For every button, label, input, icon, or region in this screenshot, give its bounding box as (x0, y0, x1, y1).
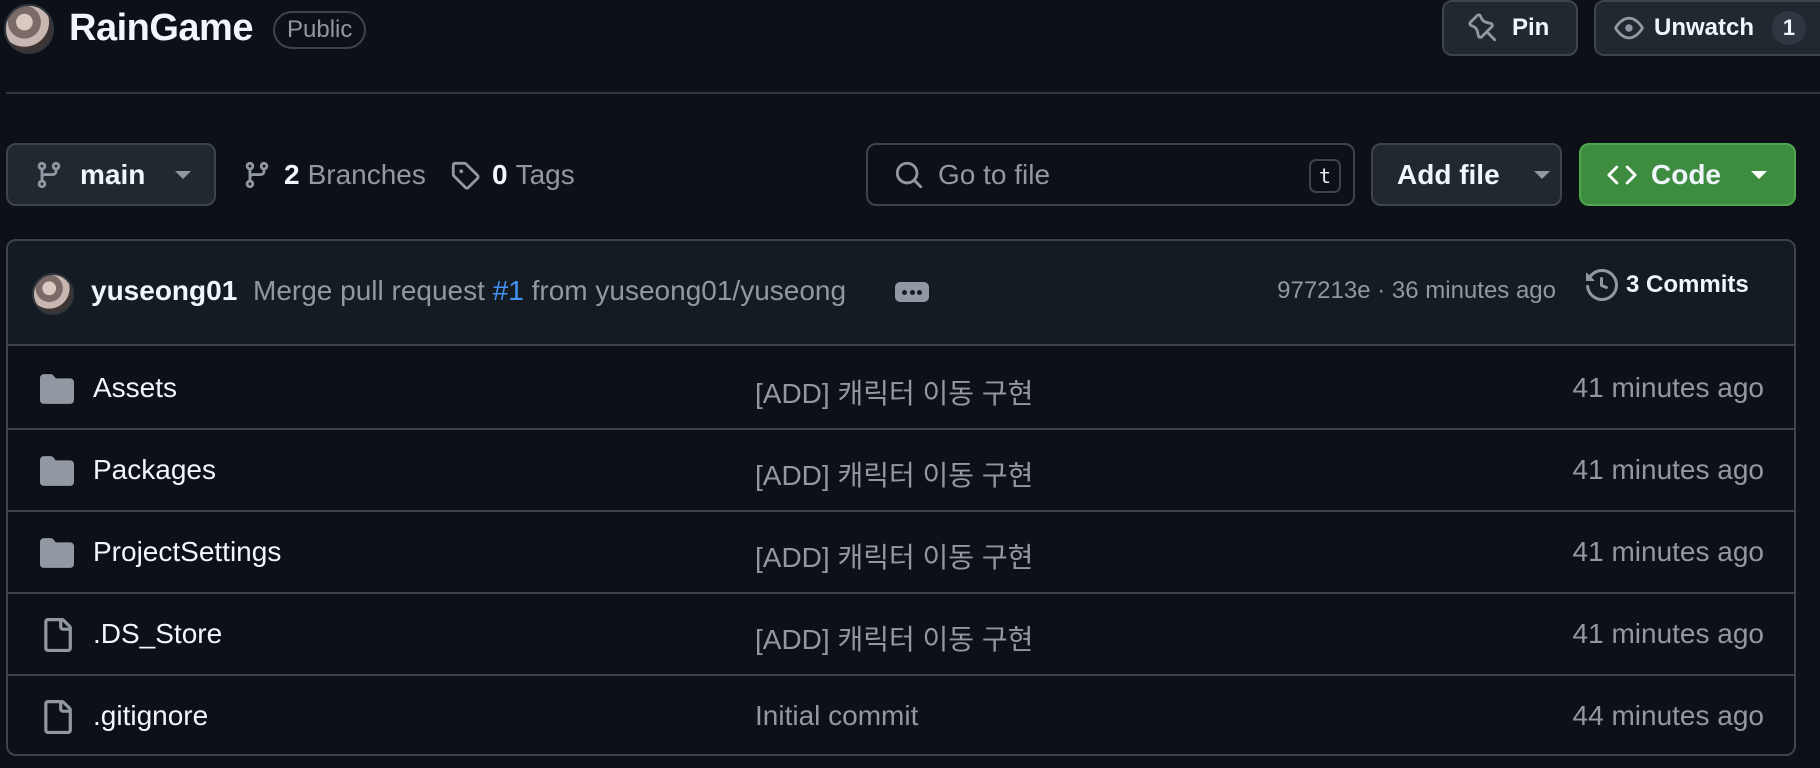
file-commit-time: 44 minutes ago (1572, 700, 1764, 731)
visibility-badge: Public (273, 11, 367, 49)
file-commit-message[interactable]: [ADD] 캐릭터 이동 구현 (755, 454, 1033, 494)
commit-author[interactable]: yuseong01 (91, 275, 237, 307)
file-name[interactable]: .DS_Store (93, 618, 222, 650)
commits-count-label: 3 Commits (1626, 271, 1749, 298)
chevron-down-icon (175, 170, 192, 179)
file-commit-message[interactable]: Initial commit (755, 700, 918, 732)
code-button[interactable]: Code (1579, 143, 1796, 206)
commit-message-suffix[interactable]: from yuseong01/yuseong (532, 275, 846, 306)
commit-message-prefix[interactable]: Merge pull request (253, 275, 485, 306)
branches-link[interactable]: 2 Branches (242, 150, 426, 200)
file-commit-message[interactable]: [ADD] 캐릭터 이동 구현 (755, 618, 1033, 658)
commit-author-avatar[interactable] (32, 273, 74, 315)
unwatch-label: Unwatch (1654, 14, 1755, 41)
branches-count: 2 (284, 159, 300, 190)
file-row[interactable]: Packages [ADD] 캐릭터 이동 구현 41 minutes ago (8, 430, 1794, 512)
file-commit-message[interactable]: [ADD] 캐릭터 이동 구현 (755, 372, 1033, 412)
file-commit-time: 41 minutes ago (1572, 618, 1764, 649)
file-icon (40, 618, 74, 652)
keyboard-shortcut-hint: t (1309, 159, 1341, 193)
add-file-button[interactable]: Add file (1371, 143, 1562, 206)
pin-label: Pin (1512, 14, 1550, 41)
go-to-file-input[interactable] (938, 158, 1298, 191)
pin-icon (1468, 13, 1498, 43)
code-label: Code (1651, 158, 1721, 190)
watch-count: 1 (1772, 11, 1807, 45)
file-row[interactable]: Assets [ADD] 캐릭터 이동 구현 41 minutes ago (8, 348, 1794, 430)
pull-request-link[interactable]: #1 (493, 275, 524, 306)
file-name[interactable]: .gitignore (93, 700, 208, 732)
tag-icon (450, 160, 480, 190)
folder-icon (40, 536, 74, 570)
folder-icon (40, 454, 74, 488)
expand-commit-button[interactable] (895, 282, 929, 302)
git-branch-icon (34, 160, 64, 190)
tags-link[interactable]: 0 Tags (450, 150, 575, 200)
unwatch-button[interactable]: Unwatch 1 (1594, 0, 1820, 56)
tags-count: 0 (492, 159, 508, 190)
search-icon (894, 160, 924, 190)
latest-commit-bar: yuseong01 Merge pull request #1 from yus… (8, 241, 1794, 346)
commit-message[interactable]: Merge pull request #1 from yuseong01/yus… (253, 275, 846, 307)
go-to-file-search[interactable]: t (866, 143, 1355, 206)
repo-name[interactable]: RainGame (69, 4, 253, 52)
file-name[interactable]: Packages (93, 454, 216, 486)
chevron-down-icon (1751, 170, 1767, 179)
file-commit-time: 41 minutes ago (1572, 372, 1764, 403)
history-icon (1586, 269, 1618, 301)
chevron-down-icon (1533, 170, 1550, 179)
add-file-label: Add file (1397, 158, 1500, 190)
tags-label: Tags (515, 159, 575, 190)
commits-history-link[interactable]: 3 Commits (1586, 269, 1749, 301)
branches-label: Branches (307, 159, 426, 190)
commit-sha-time[interactable]: 977213e · 36 minutes ago (1277, 277, 1556, 305)
file-name[interactable]: Assets (93, 372, 177, 404)
file-commit-time: 41 minutes ago (1572, 454, 1764, 485)
repo-owner-avatar[interactable] (4, 4, 54, 54)
file-name[interactable]: ProjectSettings (93, 536, 281, 568)
git-branch-icon (242, 160, 272, 190)
branch-name: main (80, 158, 146, 190)
file-row[interactable]: .DS_Store [ADD] 캐릭터 이동 구현 41 minutes ago (8, 594, 1794, 676)
pin-button[interactable]: Pin (1442, 0, 1578, 56)
file-commit-message[interactable]: [ADD] 캐릭터 이동 구현 (755, 536, 1033, 576)
eye-icon (1614, 13, 1644, 43)
file-commit-time: 41 minutes ago (1572, 536, 1764, 567)
file-browser: yuseong01 Merge pull request #1 from yus… (6, 239, 1796, 756)
folder-icon (40, 372, 74, 406)
branch-selector[interactable]: main (6, 143, 216, 206)
file-icon (40, 700, 74, 734)
code-icon (1607, 160, 1637, 190)
header-divider (6, 92, 1820, 94)
file-row[interactable]: ProjectSettings [ADD] 캐릭터 이동 구현 41 minut… (8, 512, 1794, 594)
file-row[interactable]: .gitignore Initial commit 44 minutes ago (8, 676, 1794, 754)
